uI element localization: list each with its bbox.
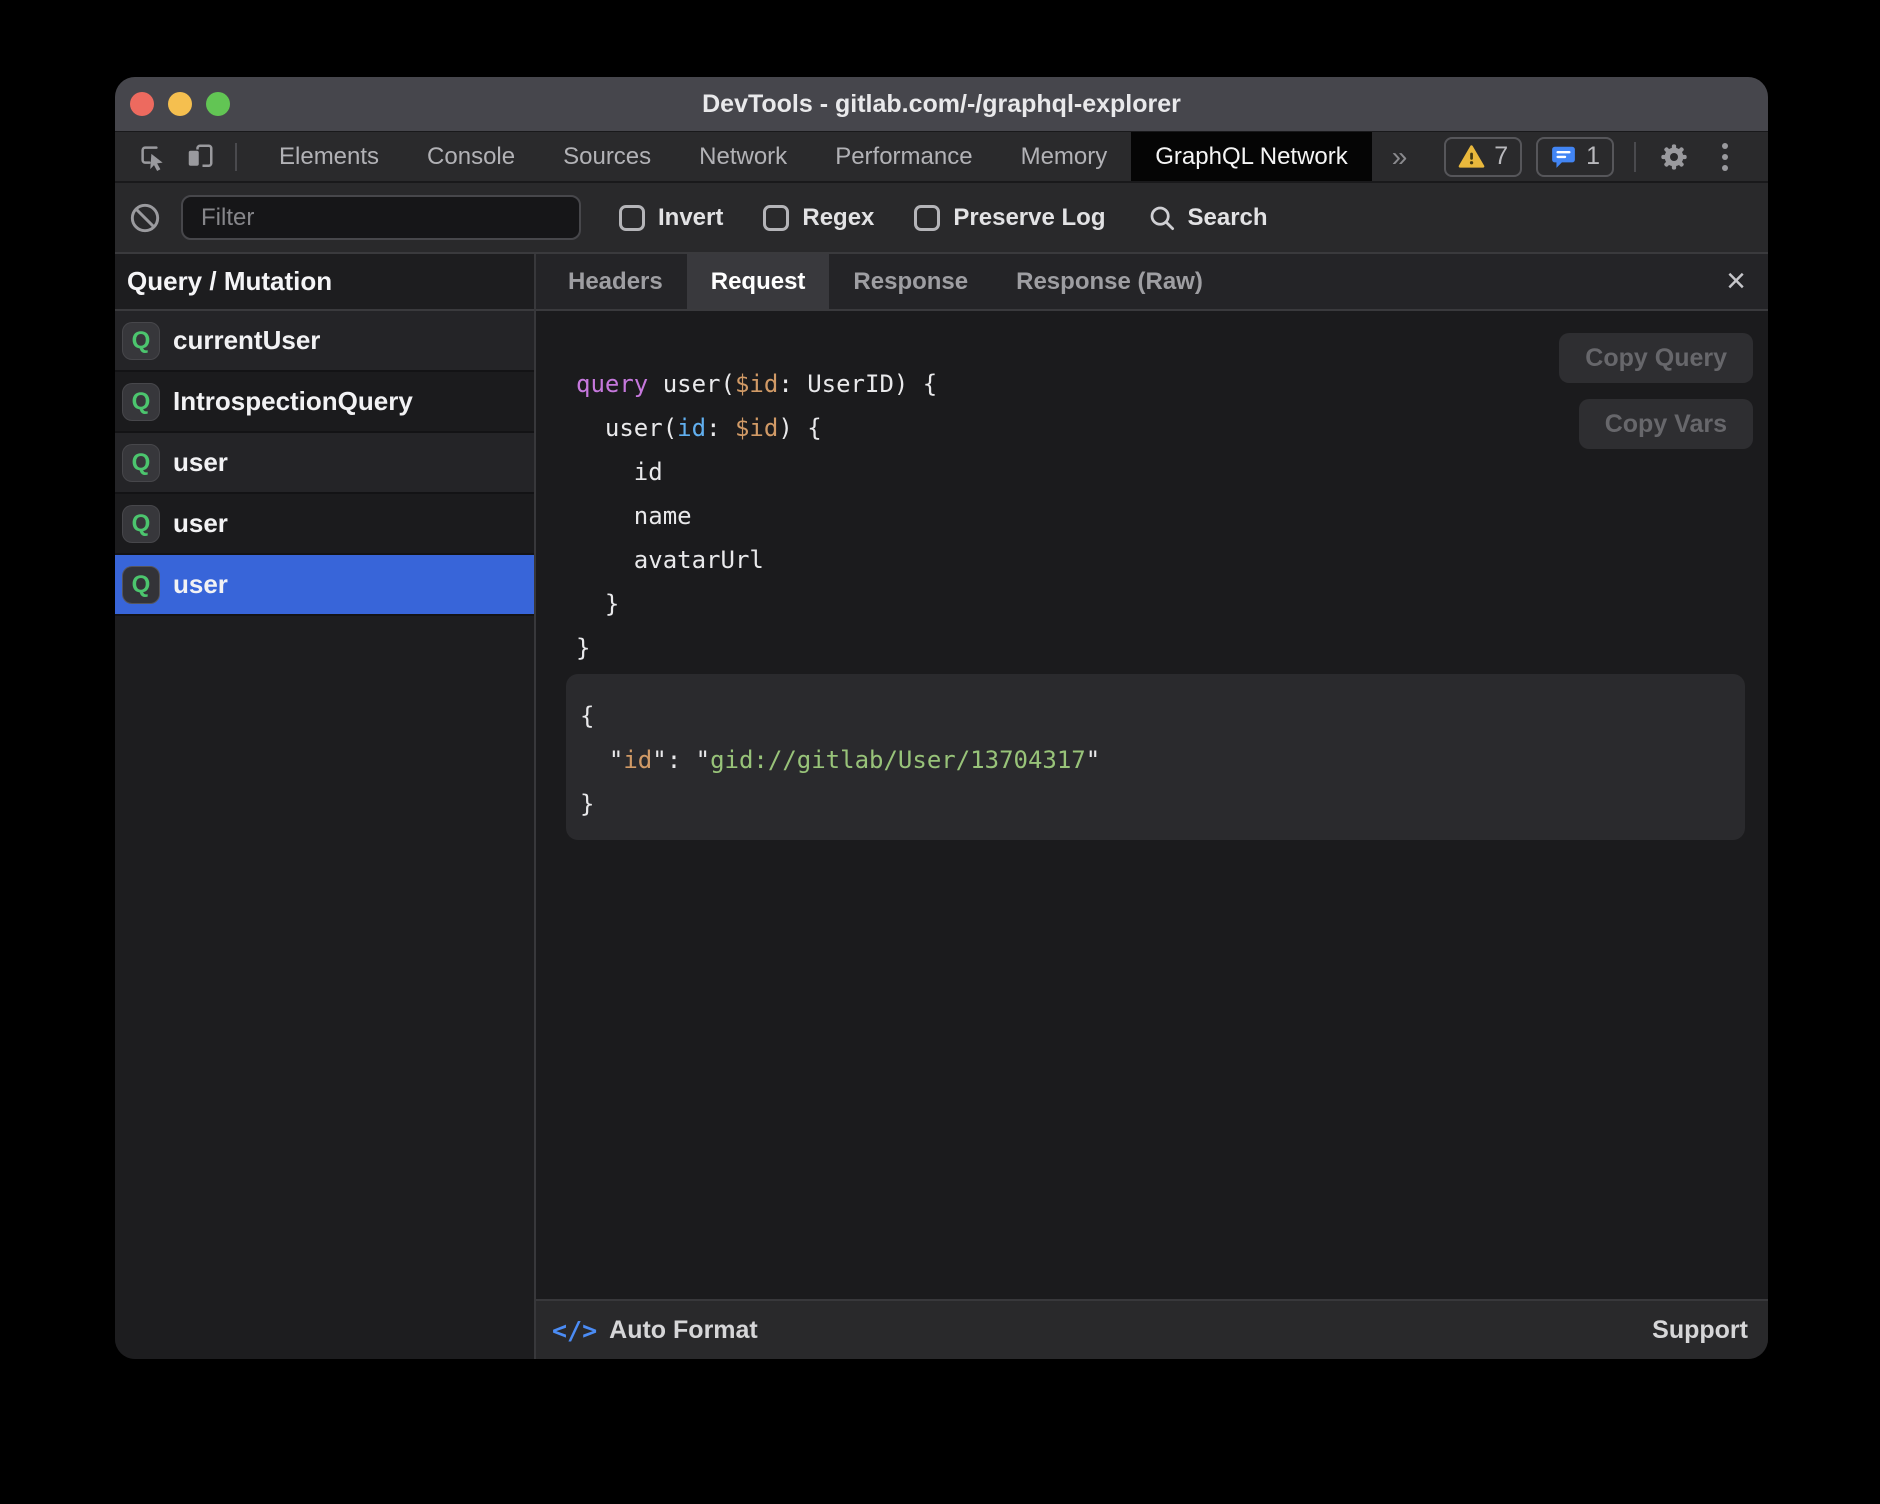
chat-bubble-icon bbox=[1550, 144, 1577, 170]
copy-vars-button[interactable]: Copy Vars bbox=[1579, 399, 1753, 449]
panel-tabs: ElementsConsoleSourcesNetworkPerformance… bbox=[255, 132, 1372, 181]
more-options-icon[interactable] bbox=[1708, 137, 1742, 177]
tab-sources[interactable]: Sources bbox=[539, 132, 675, 181]
messages-badge[interactable]: 1 bbox=[1536, 137, 1614, 177]
support-link[interactable]: Support bbox=[1652, 1316, 1748, 1345]
query-name: IntrospectionQuery bbox=[173, 386, 413, 417]
close-detail-icon[interactable]: × bbox=[1704, 254, 1768, 309]
code-line: "id": "gid://gitlab/User/13704317" bbox=[580, 738, 1745, 782]
query-variables-box: { "id": "gid://gitlab/User/13704317"} bbox=[566, 674, 1745, 840]
query-name: user bbox=[173, 569, 228, 600]
query-list-item[interactable]: Quser bbox=[115, 433, 534, 494]
query-type-badge: Q bbox=[122, 322, 160, 360]
devtools-tab-bar: ElementsConsoleSourcesNetworkPerformance… bbox=[115, 132, 1768, 183]
inspect-element-icon[interactable] bbox=[137, 142, 167, 172]
code-line: { bbox=[580, 694, 1745, 738]
zoom-window-button[interactable] bbox=[206, 92, 230, 116]
message-count: 1 bbox=[1586, 142, 1600, 171]
checkbox-label: Invert bbox=[658, 204, 723, 232]
checkbox-box[interactable] bbox=[914, 205, 940, 231]
filter-options: Invert Regex Preserve Log bbox=[581, 204, 1105, 232]
request-list-sidebar: Query / Mutation QcurrentUserQIntrospect… bbox=[115, 254, 536, 1359]
code-line: } bbox=[576, 582, 937, 626]
code-line: } bbox=[580, 782, 1745, 826]
tab-console[interactable]: Console bbox=[403, 132, 539, 181]
query-list-item[interactable]: QcurrentUser bbox=[115, 311, 534, 372]
query-name: user bbox=[173, 508, 228, 539]
code-line: query user($id: UserID) { bbox=[576, 362, 937, 406]
detail-tabbar-spacer bbox=[1227, 254, 1704, 309]
auto-format-button[interactable]: Auto Format bbox=[609, 1316, 758, 1345]
settings-gear-icon[interactable] bbox=[1654, 137, 1694, 177]
tab-network[interactable]: Network bbox=[675, 132, 811, 181]
detail-tab-bar: HeadersRequestResponseResponse (Raw) × bbox=[536, 254, 1768, 311]
copy-query-button[interactable]: Copy Query bbox=[1559, 333, 1753, 383]
tab-elements[interactable]: Elements bbox=[255, 132, 403, 181]
sidebar-header: Query / Mutation bbox=[115, 254, 534, 311]
tab-graphql-network[interactable]: GraphQL Network bbox=[1131, 132, 1372, 181]
code-line: id bbox=[576, 450, 937, 494]
checkbox-label: Regex bbox=[802, 204, 874, 232]
warning-count: 7 bbox=[1494, 142, 1508, 171]
code-line: } bbox=[576, 626, 937, 670]
checkbox-preserve-log[interactable]: Preserve Log bbox=[914, 204, 1105, 232]
main-split: Query / Mutation QcurrentUserQIntrospect… bbox=[115, 254, 1768, 1359]
query-type-badge: Q bbox=[122, 505, 160, 543]
detail-tab-response-raw[interactable]: Response (Raw) bbox=[992, 254, 1227, 309]
graphql-query-code: query user($id: UserID) { user(id: $id) … bbox=[576, 362, 937, 670]
filter-bar: Invert Regex Preserve Log Search bbox=[115, 183, 1768, 254]
close-window-button[interactable] bbox=[130, 92, 154, 116]
query-type-badge: Q bbox=[122, 444, 160, 482]
detail-tab-request[interactable]: Request bbox=[687, 254, 830, 309]
checkbox-label: Preserve Log bbox=[953, 204, 1105, 232]
code-line: avatarUrl bbox=[576, 538, 937, 582]
minimize-window-button[interactable] bbox=[168, 92, 192, 116]
query-list-item[interactable]: Q IntrospectionQuery bbox=[115, 372, 534, 433]
issues-warning-badge[interactable]: 7 bbox=[1444, 137, 1522, 177]
query-type-badge: Q bbox=[122, 566, 160, 604]
detail-tab-response[interactable]: Response bbox=[829, 254, 992, 309]
query-name: currentUser bbox=[173, 325, 320, 356]
warning-triangle-icon bbox=[1458, 145, 1485, 169]
tab-performance[interactable]: Performance bbox=[811, 132, 996, 181]
request-detail-pane: HeadersRequestResponseResponse (Raw) × q… bbox=[536, 254, 1768, 1359]
traffic-lights bbox=[130, 77, 230, 131]
search-label: Search bbox=[1187, 204, 1267, 232]
tabbar-right-separator bbox=[1634, 142, 1636, 172]
search-icon bbox=[1147, 203, 1177, 233]
devtools-window: DevTools - gitlab.com/-/graphql-explorer… bbox=[115, 77, 1768, 1359]
device-toolbar-icon[interactable] bbox=[185, 142, 215, 172]
clear-requests-icon[interactable] bbox=[129, 202, 161, 234]
title-bar: DevTools - gitlab.com/-/graphql-explorer bbox=[115, 77, 1768, 132]
request-list: QcurrentUserQIntrospectionQueryQuserQuse… bbox=[115, 311, 534, 616]
code-brackets-icon: </> bbox=[552, 1316, 597, 1345]
checkbox-box[interactable] bbox=[763, 205, 789, 231]
query-list-item[interactable]: Quser bbox=[115, 494, 534, 555]
detail-tab-headers[interactable]: Headers bbox=[544, 254, 687, 309]
request-content: query user($id: UserID) { user(id: $id) … bbox=[536, 311, 1768, 1299]
query-list-item[interactable]: Quser bbox=[115, 555, 534, 616]
query-name: user bbox=[173, 447, 228, 478]
code-line: name bbox=[576, 494, 937, 538]
tab-memory[interactable]: Memory bbox=[997, 132, 1132, 181]
filter-input[interactable] bbox=[181, 195, 581, 240]
detail-tabs: HeadersRequestResponseResponse (Raw) bbox=[544, 254, 1227, 309]
code-line: user(id: $id) { bbox=[576, 406, 937, 450]
checkbox-regex[interactable]: Regex bbox=[763, 204, 874, 232]
search-button[interactable]: Search bbox=[1147, 203, 1267, 233]
query-type-badge: Q bbox=[122, 383, 160, 421]
window-title: DevTools - gitlab.com/-/graphql-explorer bbox=[702, 90, 1181, 119]
checkbox-invert[interactable]: Invert bbox=[619, 204, 723, 232]
more-tabs-chevron-icon[interactable]: » bbox=[1372, 141, 1428, 173]
checkbox-box[interactable] bbox=[619, 205, 645, 231]
tabbar-separator bbox=[235, 143, 237, 171]
detail-bottom-bar: </> Auto Format Support bbox=[536, 1299, 1768, 1359]
